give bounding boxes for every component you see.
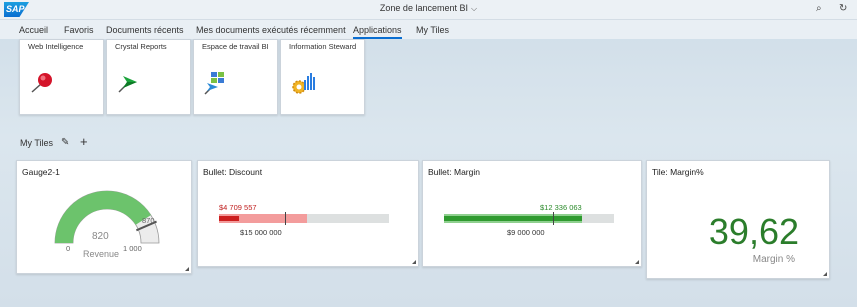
bullet-target-label: $15 000 000 (240, 228, 282, 237)
kpi-tile-title: Tile: Margin% (652, 167, 704, 177)
tab-bar: Accueil Favoris Documents récents Mes do… (0, 20, 857, 39)
kpi-big-value-caption: Margin % (752, 254, 795, 265)
bullet-track (444, 212, 614, 225)
tab-accueil[interactable]: Accueil (19, 25, 48, 39)
chevron-down-icon[interactable]: ⌵ (471, 4, 477, 13)
tab-applications[interactable]: Applications (353, 25, 402, 39)
web-intelligence-icon (31, 73, 52, 93)
app-tile-label: Information Steward (289, 42, 357, 51)
bullet-value-bar (219, 216, 240, 221)
bullet-target-marker (552, 212, 554, 225)
gauge-value: 820 (92, 231, 109, 242)
bullet-value-label: $4 709 557 (219, 203, 257, 212)
tab-favoris[interactable]: Favoris (64, 25, 94, 39)
launchpad-title[interactable]: Zone de lancement BI ⌵ (0, 3, 857, 14)
kpi-big-value: 39,62 (708, 211, 799, 252)
tab-mes-documents-executes[interactable]: Mes documents exécutés récemment (196, 25, 346, 39)
search-icon[interactable]: ⌕ (816, 3, 822, 14)
tab-my-tiles[interactable]: My Tiles (416, 25, 449, 39)
bullet-target-label: $9 000 000 (507, 228, 545, 237)
resize-handle-icon[interactable] (185, 267, 189, 271)
bullet-track (219, 212, 389, 225)
kpi-tile-gauge[interactable]: Gauge2-1 820 0 1 000 870 Revenue (16, 160, 192, 274)
gauge-min-label: 0 (66, 244, 71, 253)
app-tile-espace-de-travail-bi[interactable]: Espace de travail BI (193, 39, 278, 115)
refresh-icon[interactable]: ↻ (839, 3, 847, 14)
resize-handle-icon[interactable] (635, 260, 639, 264)
bi-workspace-icon (204, 72, 224, 95)
launchpad-title-text: Zone de lancement BI (379, 3, 468, 13)
resize-handle-icon[interactable] (412, 260, 416, 264)
app-tile-information-steward[interactable]: Information Steward (280, 39, 365, 115)
kpi-tile-title: Bullet: Margin (428, 167, 480, 177)
add-icon[interactable]: + (80, 134, 88, 149)
app-tile-label: Espace de travail BI (202, 42, 269, 51)
kpi-tile-title: Bullet: Discount (203, 167, 263, 177)
crystal-reports-icon (118, 76, 137, 93)
tab-documents-recents[interactable]: Documents récents (106, 25, 184, 39)
shell-bar: SAP Zone de lancement BI ⌵ ⌕ ↻ (0, 0, 857, 20)
information-steward-icon (292, 73, 315, 94)
gauge-target-label: 870 (142, 216, 155, 225)
kpi-tile-bullet-discount[interactable]: Bullet: Discount $4 709 557 $15 000 000 (197, 160, 419, 267)
gauge-max-label: 1 000 (123, 244, 142, 253)
my-tiles-section-title: My Tiles (20, 138, 54, 148)
kpi-tile-margin-percent[interactable]: Tile: Margin% 39,62 Margin % (646, 160, 830, 279)
app-tile-crystal-reports[interactable]: Crystal Reports (106, 39, 191, 115)
bullet-value-bar (444, 216, 582, 221)
edit-icon[interactable]: ✎ (61, 137, 69, 148)
app-tile-label: Web Intelligence (28, 42, 84, 51)
kpi-tile-bullet-margin[interactable]: Bullet: Margin $12 336 063 $9 000 000 (422, 160, 642, 267)
resize-handle-icon[interactable] (823, 272, 827, 276)
bullet-value-label: $12 336 063 (540, 203, 582, 212)
gauge-caption: Revenue (83, 249, 120, 259)
app-tile-web-intelligence[interactable]: Web Intelligence (19, 39, 104, 115)
bullet-target-marker (285, 212, 287, 225)
app-tile-label: Crystal Reports (115, 42, 167, 51)
